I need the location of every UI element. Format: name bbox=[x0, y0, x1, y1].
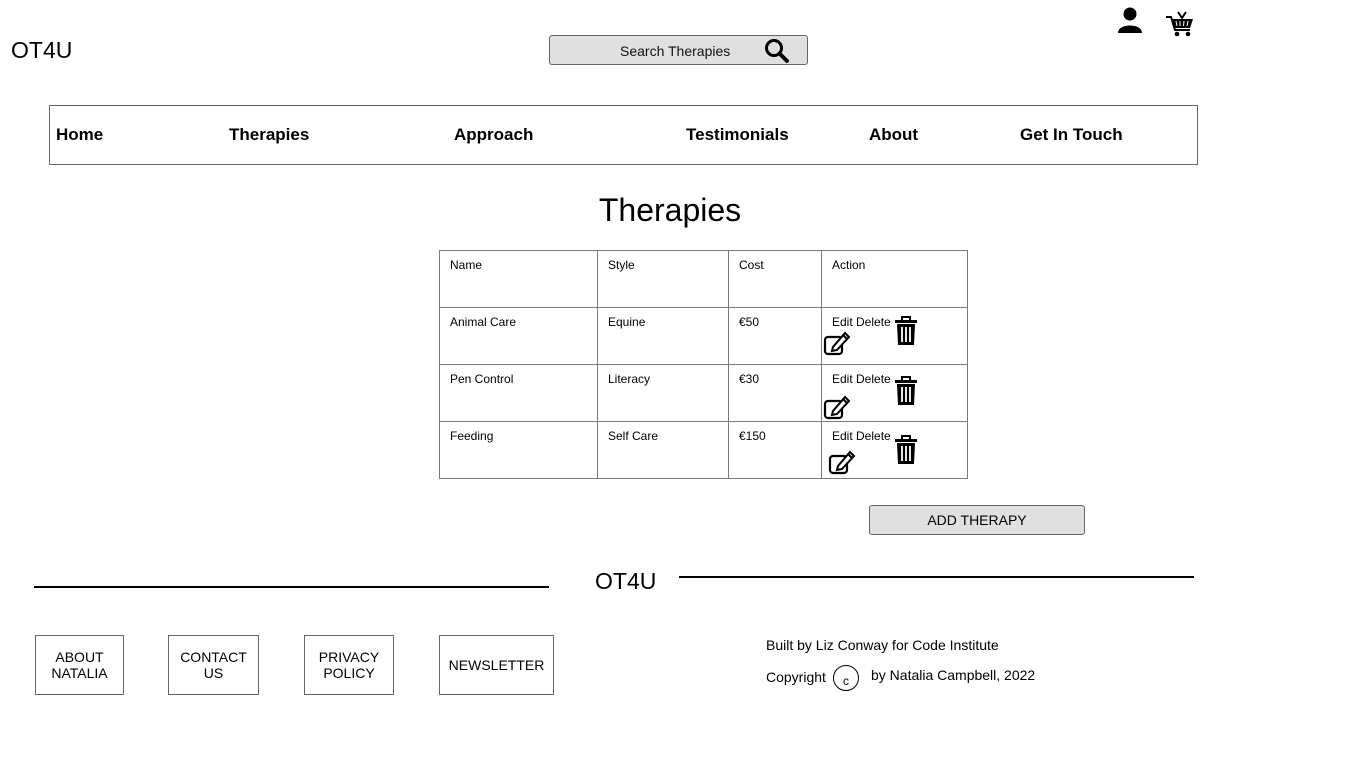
main-nav: Home Therapies Approach Testimonials Abo… bbox=[49, 105, 1198, 165]
copyright-owner: by Natalia Campbell, 2022 bbox=[871, 667, 1036, 683]
footer-divider-left bbox=[34, 586, 549, 588]
page-title: Therapies bbox=[598, 192, 742, 228]
cell-cost: €30 bbox=[728, 364, 822, 422]
edit-icon[interactable] bbox=[828, 449, 856, 475]
cart-icon[interactable] bbox=[1164, 9, 1196, 39]
column-header-style: Style bbox=[597, 250, 729, 308]
footer-divider-right bbox=[679, 576, 1194, 578]
site-logo[interactable]: OT4U bbox=[11, 37, 72, 64]
cell-name: Pen Control bbox=[439, 364, 598, 422]
nav-item-get-in-touch[interactable]: Get In Touch bbox=[1020, 125, 1123, 145]
copyright-icon: c bbox=[833, 665, 859, 691]
footer-credit: Built by Liz Conway for Code Institute bbox=[766, 637, 999, 653]
edit-icon[interactable] bbox=[823, 330, 851, 356]
footer-link-about-natalia[interactable]: ABOUT NATALIA bbox=[35, 635, 124, 695]
footer-link-label: PRIVACY bbox=[318, 649, 380, 665]
footer-link-label: NATALIA bbox=[51, 665, 108, 681]
footer-link-label: US bbox=[203, 665, 224, 681]
footer-link-privacy-policy[interactable]: PRIVACY POLICY bbox=[304, 635, 394, 695]
table-row: Pen Control Literacy €30 Edit Delete bbox=[439, 364, 968, 422]
nav-item-home[interactable]: Home bbox=[56, 125, 103, 145]
action-labels[interactable]: Edit Delete bbox=[832, 315, 891, 329]
footer-link-label: POLICY bbox=[323, 665, 375, 681]
cell-style: Self Care bbox=[597, 421, 729, 479]
trash-icon[interactable] bbox=[894, 316, 918, 346]
footer-link-contact-us[interactable]: CONTACT US bbox=[168, 635, 259, 695]
trash-icon[interactable] bbox=[894, 435, 918, 465]
cell-cost: €150 bbox=[728, 421, 822, 479]
nav-item-about[interactable]: About bbox=[869, 125, 918, 145]
table-row: Animal Care Equine €50 Edit Delete bbox=[439, 307, 968, 365]
cell-action: Edit Delete bbox=[821, 307, 968, 365]
cell-style: Literacy bbox=[597, 364, 729, 422]
table-row: Feeding Self Care €150 Edit Delete bbox=[439, 421, 968, 479]
cell-action: Edit Delete bbox=[821, 364, 968, 422]
action-labels[interactable]: Edit Delete bbox=[832, 372, 891, 386]
cell-style: Equine bbox=[597, 307, 729, 365]
cell-cost: €50 bbox=[728, 307, 822, 365]
cell-name: Feeding bbox=[439, 421, 598, 479]
search-input[interactable]: Search Therapies bbox=[620, 43, 730, 59]
table-header-row: Name Style Cost Action bbox=[439, 250, 968, 308]
footer-link-newsletter[interactable]: NEWSLETTER bbox=[439, 635, 554, 695]
action-labels[interactable]: Edit Delete bbox=[832, 429, 891, 443]
trash-icon[interactable] bbox=[894, 376, 918, 406]
footer-link-label: NEWSLETTER bbox=[448, 657, 545, 673]
therapies-table: Name Style Cost Action Animal Care Equin… bbox=[439, 250, 968, 479]
user-icon[interactable] bbox=[1116, 6, 1144, 34]
edit-icon[interactable] bbox=[823, 394, 851, 420]
column-header-action: Action bbox=[821, 250, 968, 308]
footer-link-label: ABOUT bbox=[55, 649, 104, 665]
footer-logo: OT4U bbox=[595, 568, 657, 594]
search-icon[interactable] bbox=[763, 38, 791, 64]
cell-action: Edit Delete bbox=[821, 421, 968, 479]
column-header-cost: Cost bbox=[728, 250, 822, 308]
add-therapy-button[interactable]: ADD THERAPY bbox=[869, 505, 1085, 535]
footer-link-label: CONTACT bbox=[180, 649, 247, 665]
copyright-label: Copyright bbox=[766, 669, 826, 685]
nav-item-therapies[interactable]: Therapies bbox=[229, 125, 309, 145]
cell-name: Animal Care bbox=[439, 307, 598, 365]
column-header-name: Name bbox=[439, 250, 598, 308]
nav-item-approach[interactable]: Approach bbox=[454, 125, 533, 145]
nav-item-testimonials[interactable]: Testimonials bbox=[686, 125, 789, 145]
search-bar[interactable]: Search Therapies bbox=[549, 35, 808, 65]
